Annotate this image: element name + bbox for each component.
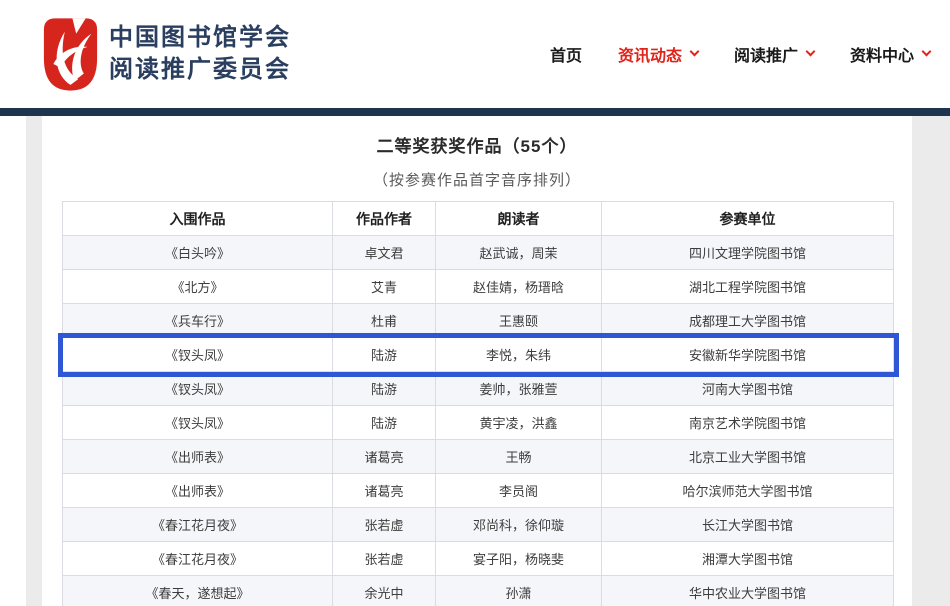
table-cell: 《出师表》	[63, 440, 333, 474]
table-cell: 《钗头凤》	[63, 406, 333, 440]
table-cell: 《白头吟》	[63, 236, 333, 270]
table-cell: 南京艺术学院图书馆	[602, 406, 894, 440]
main-nav: 首页 资讯动态 阅读推广 资料中心	[550, 0, 930, 108]
table-cell: 赵佳婧，杨瑨晗	[436, 270, 602, 304]
table-cell: 张若虚	[333, 542, 436, 576]
logo[interactable]: 中国图书馆学会 阅读推广委员会	[42, 16, 291, 93]
logo-title-line2: 阅读推广委员会	[109, 54, 291, 86]
table-row[interactable]: 《春天，遂想起》余光中孙潇华中农业大学图书馆	[63, 576, 894, 606]
table-row[interactable]: 《钗头凤》陆游黄宇凌，洪鑫南京艺术学院图书馆	[63, 406, 894, 440]
nav-item-label: 资料中心	[850, 42, 914, 66]
logo-text: 中国图书馆学会 阅读推广委员会	[109, 22, 291, 86]
table-cell: 杜甫	[333, 304, 436, 338]
table-cell: 《钗头凤》	[63, 372, 333, 406]
table-cell: 陆游	[333, 338, 436, 372]
table-cell: 《北方》	[63, 270, 333, 304]
table-cell: 王畅	[436, 440, 602, 474]
column-header: 入围作品	[63, 202, 333, 236]
table-cell: 陆游	[333, 406, 436, 440]
page: 中国图书馆学会 阅读推广委员会 首页 资讯动态 阅读推广 资料中心 二等奖获奖作品（5…	[0, 0, 950, 606]
table-row[interactable]: 《出师表》诸葛亮王畅北京工业大学图书馆	[63, 440, 894, 474]
page-subtitle: （按参赛作品首字音序排列）	[42, 169, 912, 190]
content-panel: 二等奖获奖作品（55个） （按参赛作品首字音序排列） 入围作品作品作者朗读者参赛…	[42, 116, 912, 606]
table-cell: 诸葛亮	[333, 440, 436, 474]
table-cell: 黄宇凌，洪鑫	[436, 406, 602, 440]
table-cell: 李员阁	[436, 474, 602, 508]
table-cell: 诸葛亮	[333, 474, 436, 508]
logo-title-line1: 中国图书馆学会	[109, 22, 291, 54]
table-row[interactable]: 《钗头凤》陆游姜帅，张雅萱河南大学图书馆	[63, 372, 894, 406]
table-row[interactable]: 《北方》艾青赵佳婧，杨瑨晗湖北工程学院图书馆	[63, 270, 894, 304]
table-cell: 河南大学图书馆	[602, 372, 894, 406]
nav-item-home[interactable]: 首页	[550, 42, 582, 66]
chevron-down-icon	[806, 47, 816, 57]
table-cell: 安徽新华学院图书馆	[602, 338, 894, 372]
table-cell: 《春江花月夜》	[63, 508, 333, 542]
nav-item-label: 资讯动态	[618, 42, 682, 66]
page-title: 二等奖获奖作品（55个）	[42, 132, 912, 157]
chevron-down-icon	[922, 47, 932, 57]
table-cell: 《出师表》	[63, 474, 333, 508]
table-cell: 王惠颐	[436, 304, 602, 338]
table-cell: 四川文理学院图书馆	[602, 236, 894, 270]
table-cell: 邓尚科，徐仰璇	[436, 508, 602, 542]
table-cell: 北京工业大学图书馆	[602, 440, 894, 474]
column-header: 参赛单位	[602, 202, 894, 236]
table-cell: 哈尔滨师范大学图书馆	[602, 474, 894, 508]
table-cell: 湖北工程学院图书馆	[602, 270, 894, 304]
site-header: 中国图书馆学会 阅读推广委员会 首页 资讯动态 阅读推广 资料中心	[0, 0, 950, 108]
table-cell: 陆游	[333, 372, 436, 406]
table-cell: 《春江花月夜》	[63, 542, 333, 576]
column-header: 朗读者	[436, 202, 602, 236]
table-cell: 赵武诚，周茉	[436, 236, 602, 270]
table-row[interactable]: 《出师表》诸葛亮李员阁哈尔滨师范大学图书馆	[63, 474, 894, 508]
table-cell: 张若虚	[333, 508, 436, 542]
table-cell: 长江大学图书馆	[602, 508, 894, 542]
table-row[interactable]: 《白头吟》卓文君赵武诚，周茉四川文理学院图书馆	[63, 236, 894, 270]
table-row[interactable]: 《兵车行》杜甫王惠颐成都理工大学图书馆	[63, 304, 894, 338]
table-row[interactable]: 《春江花月夜》张若虚邓尚科，徐仰璇长江大学图书馆	[63, 508, 894, 542]
table-cell: 湘潭大学图书馆	[602, 542, 894, 576]
header-divider-bar	[0, 108, 950, 116]
table-row[interactable]: 《春江花月夜》张若虚宴子阳，杨晓斐湘潭大学图书馆	[63, 542, 894, 576]
nav-item-label: 首页	[550, 42, 582, 66]
nav-item-reading-promotion[interactable]: 阅读推广	[734, 42, 814, 66]
table-cell: 孙潇	[436, 576, 602, 606]
table-cell: 《兵车行》	[63, 304, 333, 338]
table-header-row: 入围作品作品作者朗读者参赛单位	[63, 202, 894, 236]
nav-item-news[interactable]: 资讯动态	[618, 42, 698, 66]
table-cell: 《春天，遂想起》	[63, 576, 333, 606]
table-cell: 姜帅，张雅萱	[436, 372, 602, 406]
table-cell: 宴子阳，杨晓斐	[436, 542, 602, 576]
nav-item-label: 阅读推广	[734, 42, 798, 66]
table-cell: 成都理工大学图书馆	[602, 304, 894, 338]
table-cell: 艾青	[333, 270, 436, 304]
table-cell: 李悦，朱纬	[436, 338, 602, 372]
table-cell: 卓文君	[333, 236, 436, 270]
table-cell: 《钗头凤》	[63, 338, 333, 372]
table-cell: 华中农业大学图书馆	[602, 576, 894, 606]
table-row[interactable]: 《钗头凤》陆游李悦，朱纬安徽新华学院图书馆	[63, 338, 894, 372]
chevron-down-icon	[690, 47, 700, 57]
logo-icon	[42, 16, 99, 93]
table-cell: 余光中	[333, 576, 436, 606]
column-header: 作品作者	[333, 202, 436, 236]
awards-table: 入围作品作品作者朗读者参赛单位 《白头吟》卓文君赵武诚，周茉四川文理学院图书馆《…	[62, 201, 894, 606]
nav-item-resource-center[interactable]: 资料中心	[850, 42, 930, 66]
page-area: 二等奖获奖作品（55个） （按参赛作品首字音序排列） 入围作品作品作者朗读者参赛…	[0, 116, 950, 606]
